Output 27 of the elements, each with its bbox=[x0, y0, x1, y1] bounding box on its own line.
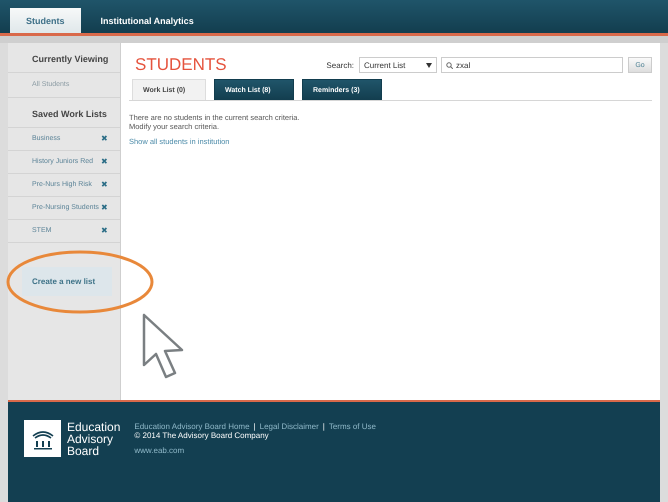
remove-button[interactable]: ✖ bbox=[101, 203, 108, 212]
nav-tab[interactable]: Institutional Analytics bbox=[84, 8, 210, 33]
logo-text: Advisory bbox=[67, 432, 114, 444]
footer-link[interactable]: Education Advisory Board Home bbox=[134, 422, 250, 431]
remove-button[interactable]: ✖ bbox=[101, 157, 108, 166]
sidebar-heading: Saved Work Lists bbox=[8, 98, 120, 128]
remove-button[interactable]: ✖ bbox=[101, 180, 108, 189]
caret-icon bbox=[426, 62, 432, 68]
logo-text: Education bbox=[67, 420, 120, 432]
remove-button[interactable]: ✖ bbox=[101, 226, 108, 235]
logo-icon bbox=[24, 420, 61, 457]
remove-button[interactable]: ✖ bbox=[101, 134, 108, 143]
search-icon bbox=[446, 62, 453, 68]
sidebar-heading: Currently Viewing bbox=[8, 43, 120, 73]
footer-link[interactable]: Terms of Use bbox=[328, 422, 376, 431]
nav-tab[interactable]: Students bbox=[10, 8, 81, 33]
website-link[interactable]: www.eab.com bbox=[134, 446, 184, 455]
footer-link[interactable]: Legal Disclaimer bbox=[260, 422, 319, 431]
search-field[interactable]: zxal bbox=[441, 57, 623, 73]
create-list-link[interactable]: Create a new list bbox=[22, 267, 112, 296]
search-label: Search: bbox=[326, 60, 354, 70]
copyright-text: © 2014 The Advisory Board Company bbox=[134, 431, 270, 440]
separator: | bbox=[254, 422, 256, 431]
logo-text: Board bbox=[67, 444, 100, 456]
separator: | bbox=[322, 422, 325, 431]
page-title: STUDENTS bbox=[135, 55, 228, 75]
scope-dropdown[interactable]: Current List bbox=[359, 57, 437, 73]
